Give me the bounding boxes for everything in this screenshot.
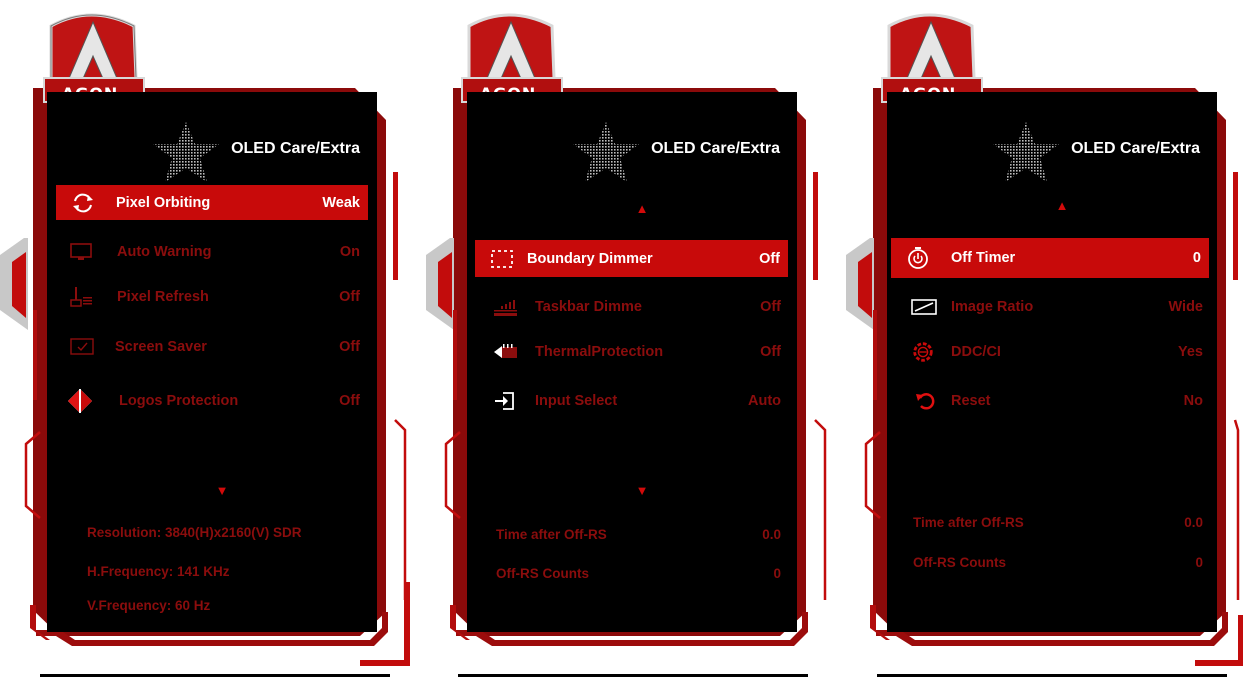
menu-item-value: Off bbox=[339, 338, 360, 355]
menu-item-ddc-ci[interactable]: DDC/CI Yes bbox=[887, 334, 1217, 369]
menu-item-off-timer[interactable]: Off Timer 0 bbox=[891, 238, 1209, 278]
pixel-orbit-icon bbox=[73, 193, 93, 212]
scroll-down-arrow[interactable]: ▼ bbox=[632, 483, 652, 498]
star-emblem-icon bbox=[153, 122, 219, 182]
image-ratio-icon bbox=[911, 298, 937, 315]
menu-item-value: On bbox=[339, 243, 360, 260]
scroll-up-arrow[interactable]: ▲ bbox=[1052, 198, 1072, 213]
thermal-protection-icon bbox=[494, 343, 517, 358]
info-value: 0 bbox=[1195, 555, 1203, 570]
ddc-ci-icon bbox=[913, 341, 933, 362]
off-rs-counts: Off-RS Counts 0 bbox=[496, 566, 781, 581]
menu-item-pixel-orbiting[interactable]: Pixel Orbiting Weak bbox=[56, 185, 368, 220]
info-label: Off-RS Counts bbox=[913, 555, 1006, 570]
info-label: Time after Off-RS bbox=[913, 515, 1024, 530]
menu-item-value: Off bbox=[339, 288, 360, 305]
menu-item-label: ThermalProtection bbox=[535, 343, 664, 360]
menu-item-label: Logos Protection bbox=[119, 392, 239, 409]
menu-item-value: Weak bbox=[322, 194, 360, 211]
info-label: Off-RS Counts bbox=[496, 566, 589, 581]
boundary-dimmer-icon bbox=[491, 249, 513, 268]
monitor-warning-icon bbox=[70, 242, 92, 260]
menu-item-value: 0 bbox=[1192, 250, 1201, 266]
resolution-info: Resolution: 3840(H)x2160(V) SDR bbox=[87, 525, 302, 540]
menu-item-label: Reset bbox=[951, 392, 991, 409]
menu-item-label: Input Select bbox=[535, 392, 618, 409]
menu-item-value: Yes bbox=[1178, 343, 1203, 360]
off-timer-icon bbox=[908, 247, 928, 269]
time-after-off-rs: Time after Off-RS 0.0 bbox=[496, 527, 781, 542]
menu-item-thermal-protection[interactable]: ThermalProtection Off bbox=[467, 334, 797, 369]
menu-item-label: DDC/CI bbox=[951, 343, 1001, 360]
menu-item-input-select[interactable]: Input Select Auto bbox=[467, 383, 797, 418]
menu-title: OLED Care/Extra bbox=[1071, 140, 1200, 157]
menu-item-value: Off bbox=[760, 298, 781, 315]
menu-item-label: Boundary Dimmer bbox=[527, 250, 653, 267]
menu-item-value: Wide bbox=[1168, 298, 1203, 315]
menu-item-label: Pixel Refresh bbox=[117, 288, 209, 305]
off-rs-counts: Off-RS Counts 0 bbox=[913, 555, 1203, 570]
menu-item-reset[interactable]: Reset No bbox=[887, 383, 1217, 418]
info-label: Time after Off-RS bbox=[496, 527, 607, 542]
menu-item-label: Off Timer bbox=[951, 250, 1016, 266]
menu-item-value: No bbox=[1183, 392, 1203, 409]
menu-item-taskbar-dimme[interactable]: Taskbar Dimme Off bbox=[467, 289, 797, 324]
logo-protection-icon bbox=[68, 388, 92, 413]
menu-item-boundary-dimmer[interactable]: Boundary Dimmer Off bbox=[475, 240, 788, 277]
menu-item-value: Auto bbox=[747, 392, 781, 409]
osd-panel-1: AGON OLED Care/Extra Pixel Orbiting Weak bbox=[0, 0, 420, 677]
menu-item-label: Image Ratio bbox=[951, 298, 1034, 315]
star-emblem-icon bbox=[993, 122, 1059, 182]
menu-item-image-ratio[interactable]: Image Ratio Wide bbox=[887, 289, 1217, 324]
pixel-refresh-icon bbox=[70, 286, 92, 307]
star-emblem-icon bbox=[573, 122, 639, 182]
info-value: 0.0 bbox=[1184, 515, 1203, 530]
osd-panel-2: AGON OLED Care/Extra ▲ Boundary Dimmer O… bbox=[420, 0, 840, 677]
menu-title: OLED Care/Extra bbox=[231, 140, 360, 157]
menu-item-label: Pixel Orbiting bbox=[116, 194, 211, 211]
menu-item-value: Off bbox=[339, 392, 360, 409]
taskbar-dimmer-icon bbox=[494, 299, 517, 316]
scroll-down-arrow[interactable]: ▼ bbox=[212, 483, 232, 498]
osd-screen: OLED Care/Extra ▲ Off Timer 0 Image Rati… bbox=[887, 92, 1217, 632]
menu-item-value: Off bbox=[759, 250, 780, 267]
menu-item-screen-saver[interactable]: Screen Saver Off bbox=[47, 329, 377, 364]
reset-icon bbox=[916, 392, 935, 410]
menu-item-value: Off bbox=[760, 343, 781, 360]
menu-title: OLED Care/Extra bbox=[651, 140, 780, 157]
menu-item-label: Screen Saver bbox=[115, 338, 207, 355]
menu-item-label: Auto Warning bbox=[117, 243, 212, 260]
menu-item-logos-protection[interactable]: Logos Protection Off bbox=[47, 383, 377, 418]
screen-saver-icon bbox=[70, 337, 94, 355]
scroll-up-arrow[interactable]: ▲ bbox=[632, 201, 652, 216]
info-value: 0 bbox=[773, 566, 781, 581]
time-after-off-rs: Time after Off-RS 0.0 bbox=[913, 515, 1203, 530]
info-value: 0.0 bbox=[762, 527, 781, 542]
input-select-icon bbox=[495, 391, 514, 410]
h-frequency-info: H.Frequency: 141 KHz bbox=[87, 564, 230, 579]
osd-screen: OLED Care/Extra Pixel Orbiting Weak Auto… bbox=[47, 92, 377, 632]
menu-item-pixel-refresh[interactable]: Pixel Refresh Off bbox=[47, 279, 377, 314]
v-frequency-info: V.Frequency: 60 Hz bbox=[87, 598, 211, 613]
menu-item-label: Taskbar Dimme bbox=[535, 298, 642, 315]
osd-screen: OLED Care/Extra ▲ Boundary Dimmer Off Ta… bbox=[467, 92, 797, 632]
osd-panel-3: AGON OLED Care/Extra ▲ Off Timer 0 bbox=[840, 0, 1243, 677]
menu-item-auto-warning[interactable]: Auto Warning On bbox=[47, 234, 377, 269]
